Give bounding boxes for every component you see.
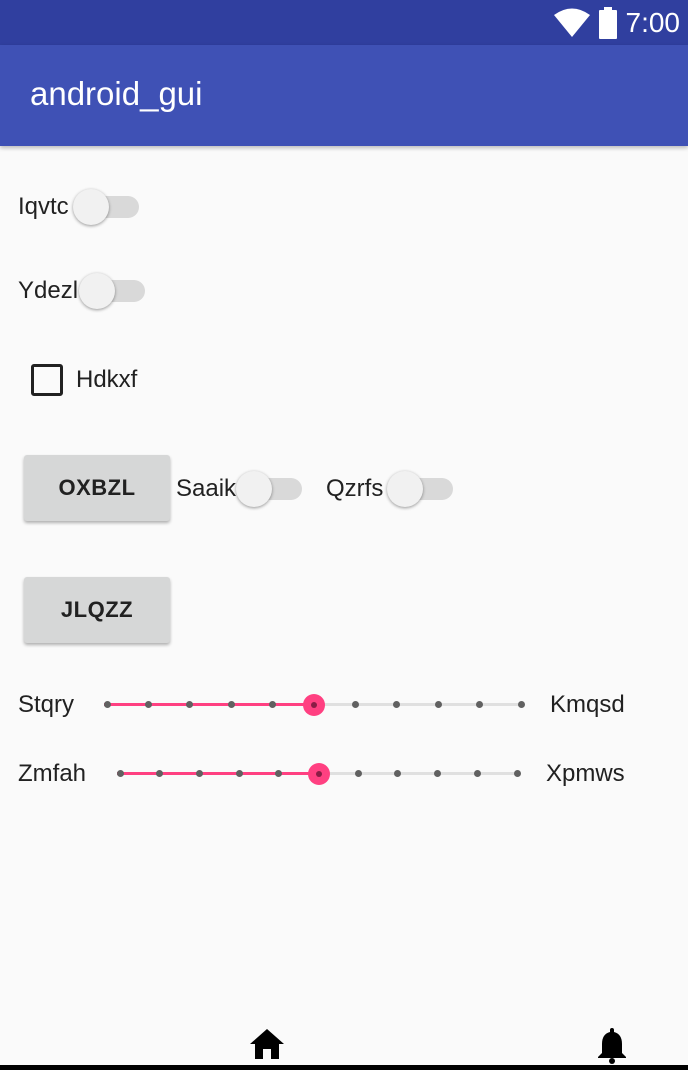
jlqzz-button[interactable]: JLQZZ [24, 577, 170, 643]
seekbar-thumb-center [315, 771, 322, 777]
switch-saaik[interactable] [236, 469, 302, 509]
switch-thumb [73, 189, 109, 225]
seekbar-tick [354, 770, 362, 777]
slider-right-label-xpmws: Xpmws [546, 760, 625, 787]
seekbar-tick [195, 770, 203, 777]
seekbar-progress [117, 772, 319, 775]
app-bar: android_gui [0, 45, 688, 146]
app-title: android_gui [30, 75, 203, 112]
seekbar-tick [394, 770, 402, 777]
seekbar-tick [269, 701, 277, 708]
status-icons: 7:00 [553, 6, 681, 40]
seekbar-tick [186, 701, 194, 708]
nav-bar-divider [0, 1065, 688, 1070]
seekbar-tick [351, 701, 359, 708]
seekbar-tick [476, 701, 484, 708]
switch-thumb [79, 273, 115, 309]
switch-label-saaik: Saaik [176, 475, 237, 502]
switch-thumb [236, 471, 272, 507]
seekbar-thumb-center [311, 702, 317, 708]
seekbar-tick [513, 770, 521, 777]
switch-label-ydezl: Ydezl [18, 277, 79, 304]
wifi-icon [553, 8, 590, 37]
switch-ydezl[interactable] [79, 271, 145, 311]
slider-left-label-zmfah: Zmfah [18, 760, 87, 787]
switch-label-qzrfs: Qzrfs [326, 475, 384, 502]
oxbzl-button[interactable]: OXBZL [24, 455, 170, 521]
seekbar-tick [275, 770, 283, 777]
seekbar-tick [116, 770, 124, 777]
clock: 7:00 [625, 7, 681, 38]
seekbar-tick [144, 701, 152, 708]
switch-thumb [387, 471, 423, 507]
seekbar-tick [156, 770, 164, 777]
slider-right-label-kmqsd: Kmqsd [550, 691, 625, 718]
bell-icon[interactable] [596, 1026, 628, 1064]
seekbar-tick [434, 701, 442, 708]
switch-label-iqvtc: Iqvtc [18, 193, 69, 220]
battery-icon [598, 7, 617, 39]
seekbar-tick [235, 770, 243, 777]
seekbar-zmfah[interactable] [116, 759, 521, 789]
checkbox-hdkxf[interactable] [31, 364, 63, 396]
switch-qzrfs[interactable] [387, 469, 453, 509]
seekbar-stqry[interactable] [103, 690, 525, 720]
seekbar-progress [104, 703, 314, 706]
seekbar-tick [434, 770, 442, 777]
home-icon[interactable] [249, 1028, 285, 1060]
seekbar-tick [517, 701, 525, 708]
checkbox-label-hdkxf[interactable]: Hdkxf [76, 366, 137, 394]
seekbar-tick [227, 701, 235, 708]
status-bar: 7:00 [0, 0, 688, 45]
seekbar-tick [393, 701, 401, 708]
switch-iqvtc[interactable] [73, 187, 139, 227]
seekbar-tick [473, 770, 481, 777]
seekbar-tick [103, 701, 111, 708]
slider-left-label-stqry: Stqry [18, 691, 75, 718]
bottom-nav [0, 1020, 688, 1070]
